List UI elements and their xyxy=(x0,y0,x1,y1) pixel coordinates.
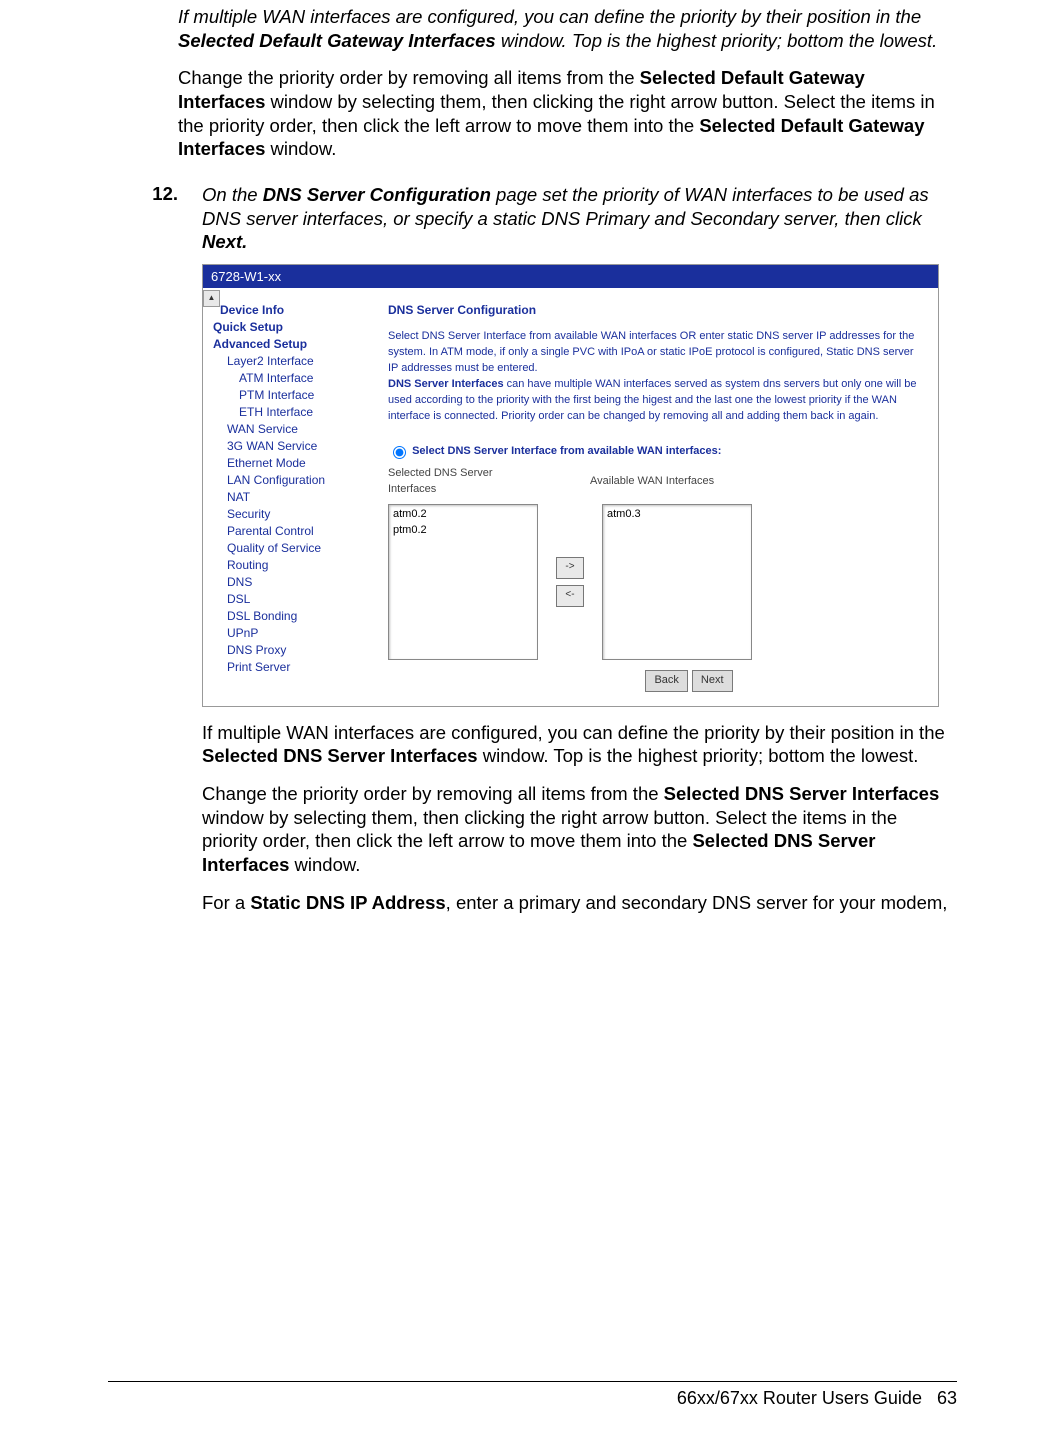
sidebar-item[interactable]: PTM Interface xyxy=(239,388,358,402)
sidebar-item[interactable]: NAT xyxy=(227,490,358,504)
sidebar-item[interactable]: Quality of Service xyxy=(227,541,358,555)
intro-para2-post: window. xyxy=(265,138,336,159)
sidebar-item[interactable]: Device Info xyxy=(213,303,358,317)
sidebar-item[interactable]: WAN Service xyxy=(227,422,358,436)
step-pre: On the xyxy=(202,184,263,205)
sidebar-item[interactable]: UPnP xyxy=(227,626,358,640)
router-sidebar: ▲ Device Info Quick Setup Advanced Setup La… xyxy=(203,288,358,706)
available-listbox[interactable]: atm0.3 xyxy=(602,504,752,660)
after-p1: If multiple WAN interfaces are configure… xyxy=(202,721,952,768)
after-p3: For a Static DNS IP Address, enter a pri… xyxy=(202,891,952,915)
router-content: DNS Server Configuration Select DNS Serv… xyxy=(358,288,938,706)
radio-option[interactable]: Select DNS Server Interface from availab… xyxy=(388,443,920,460)
step-number: 12. xyxy=(138,183,178,928)
sidebar-item[interactable]: Layer2 Interface xyxy=(227,354,358,368)
list-item[interactable]: atm0.3 xyxy=(607,507,747,523)
after-p2-bold1: Selected DNS Server Interfaces xyxy=(664,783,940,804)
content-para1: Select DNS Server Interface from availab… xyxy=(388,329,920,377)
move-right-button[interactable]: -> xyxy=(556,557,584,579)
selected-label: Selected DNS Server Interfaces xyxy=(388,466,528,498)
page-footer: 66xx/67xx Router Users Guide 63 xyxy=(108,1381,957,1409)
after-p1-pre: If multiple WAN interfaces are configure… xyxy=(202,722,945,743)
intro-para1: If multiple WAN interfaces are configure… xyxy=(178,5,952,52)
list-item[interactable]: ptm0.2 xyxy=(393,523,533,539)
content-para2: DNS Server Interfaces can have multiple … xyxy=(388,377,920,425)
sidebar-item[interactable]: ETH Interface xyxy=(239,405,358,419)
intro-para1-bold: Selected Default Gateway Interfaces xyxy=(178,30,496,51)
scroll-up-icon[interactable]: ▲ xyxy=(203,290,220,307)
after-p3-pre: For a xyxy=(202,892,250,913)
footer-page: 63 xyxy=(937,1388,957,1408)
content-para2-bold: DNS Server Interfaces xyxy=(388,378,504,390)
router-screenshot: 6728-W1-xx ▲ Device Info Quick Setup Advan… xyxy=(202,264,939,707)
step-bold2: Next. xyxy=(202,231,247,252)
content-heading: DNS Server Configuration xyxy=(388,302,920,319)
intro-para1-post: window. Top is the highest priority; bot… xyxy=(496,30,938,51)
after-p2-post: window. xyxy=(289,854,360,875)
sidebar-item[interactable]: Quick Setup xyxy=(213,320,358,334)
available-label: Available WAN Interfaces xyxy=(590,474,730,490)
after-p3-post: , enter a primary and secondary DNS serv… xyxy=(446,892,948,913)
intro-para1-pre: If multiple WAN interfaces are configure… xyxy=(178,6,921,27)
sidebar-item[interactable]: Ethernet Mode xyxy=(227,456,358,470)
sidebar-item[interactable]: DSL Bonding xyxy=(227,609,358,623)
sidebar-item[interactable]: ATM Interface xyxy=(239,371,358,385)
selected-listbox[interactable]: atm0.2ptm0.2 xyxy=(388,504,538,660)
intro-para2: Change the priority order by removing al… xyxy=(178,66,952,161)
next-button[interactable]: Next xyxy=(692,670,733,692)
radio-select-interface[interactable] xyxy=(393,446,406,459)
sidebar-item[interactable]: Security xyxy=(227,507,358,521)
after-p1-post: window. Top is the highest priority; bot… xyxy=(478,745,919,766)
sidebar-item[interactable]: 3G WAN Service xyxy=(227,439,358,453)
after-p2: Change the priority order by removing al… xyxy=(202,782,952,877)
sidebar-item[interactable]: Advanced Setup xyxy=(213,337,358,351)
sidebar-item[interactable]: Parental Control xyxy=(227,524,358,538)
radio-label: Select DNS Server Interface from availab… xyxy=(412,445,721,457)
sidebar-item[interactable]: Routing xyxy=(227,558,358,572)
after-p2-pre: Change the priority order by removing al… xyxy=(202,783,664,804)
intro-para2-pre: Change the priority order by removing al… xyxy=(178,67,640,88)
back-button[interactable]: Back xyxy=(645,670,687,692)
sidebar-item[interactable]: DNS xyxy=(227,575,358,589)
router-titlebar: 6728-W1-xx xyxy=(203,265,938,288)
sidebar-item[interactable]: DSL xyxy=(227,592,358,606)
sidebar-item[interactable]: LAN Configuration xyxy=(227,473,358,487)
footer-title: 66xx/67xx Router Users Guide xyxy=(677,1388,922,1408)
sidebar-item[interactable]: Print Server xyxy=(227,660,358,674)
list-item[interactable]: atm0.2 xyxy=(393,507,533,523)
step-instruction: On the DNS Server Configuration page set… xyxy=(202,183,952,254)
sidebar-item[interactable]: DNS Proxy xyxy=(227,643,358,657)
step-bold1: DNS Server Configuration xyxy=(263,184,491,205)
after-p1-bold: Selected DNS Server Interfaces xyxy=(202,745,478,766)
move-left-button[interactable]: <- xyxy=(556,585,584,607)
after-p3-bold: Static DNS IP Address xyxy=(250,892,445,913)
